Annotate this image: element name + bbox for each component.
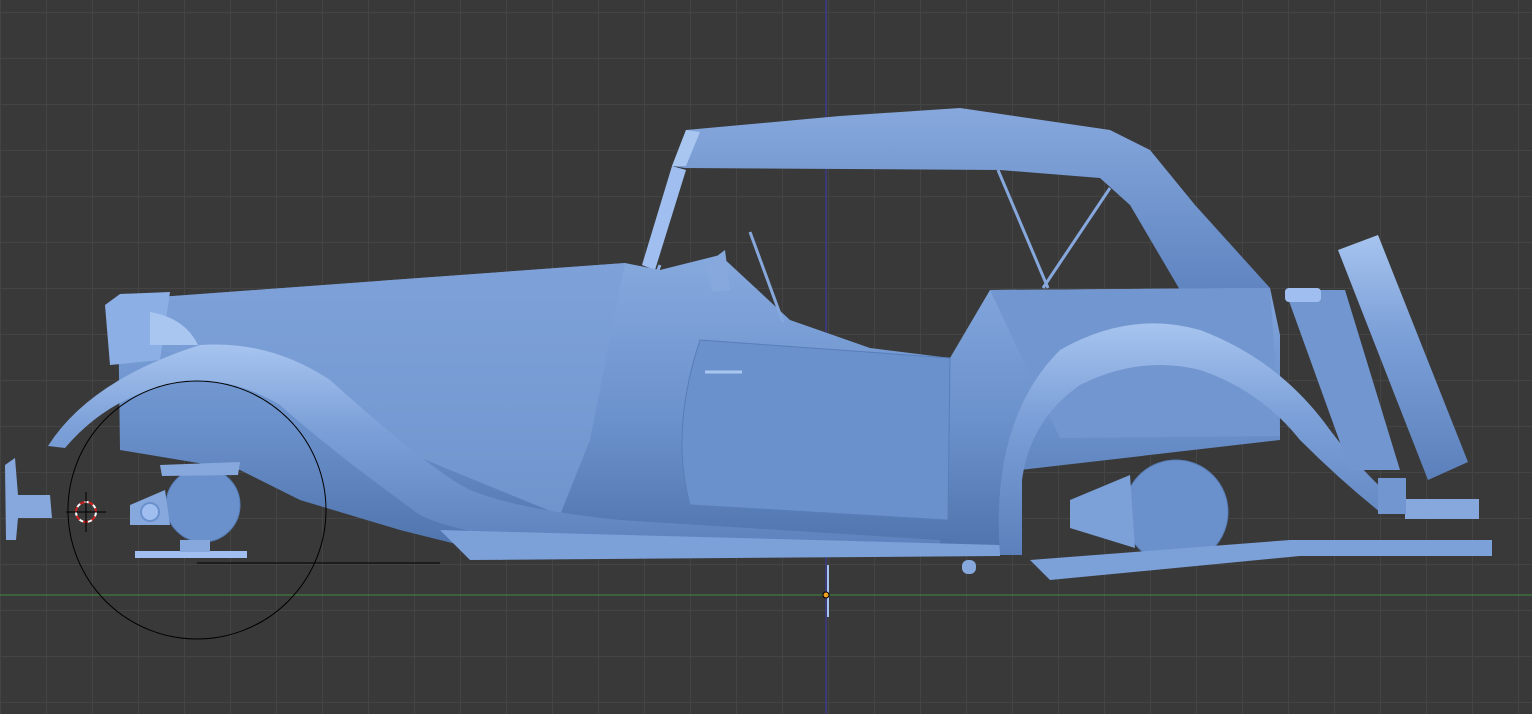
fuel-filler-cap — [1285, 288, 1321, 302]
front-leaf-spring — [135, 551, 247, 558]
top-frame-bar-a — [996, 169, 1050, 289]
windshield-frame — [642, 166, 686, 270]
car-model[interactable] — [5, 108, 1492, 580]
fuel-tank-drain — [962, 560, 976, 574]
door-panel — [681, 339, 951, 521]
front-spring-mount — [180, 540, 210, 552]
rear-bumper-bracket — [1378, 478, 1406, 514]
front-brake-drum — [140, 502, 160, 522]
rear-chassis-rail — [1030, 540, 1492, 580]
3d-cursor-icon[interactable] — [66, 492, 106, 532]
top-frame-bar-b — [1041, 187, 1112, 289]
exhaust-pipe — [1070, 475, 1135, 548]
front-wheel-hub[interactable] — [165, 467, 241, 543]
rear-bumper — [1405, 499, 1479, 519]
3d-viewport[interactable] — [0, 0, 1532, 714]
viewport-canvas[interactable] — [0, 0, 1532, 714]
front-bumper — [5, 458, 52, 540]
front-suspension-spring — [160, 462, 240, 476]
